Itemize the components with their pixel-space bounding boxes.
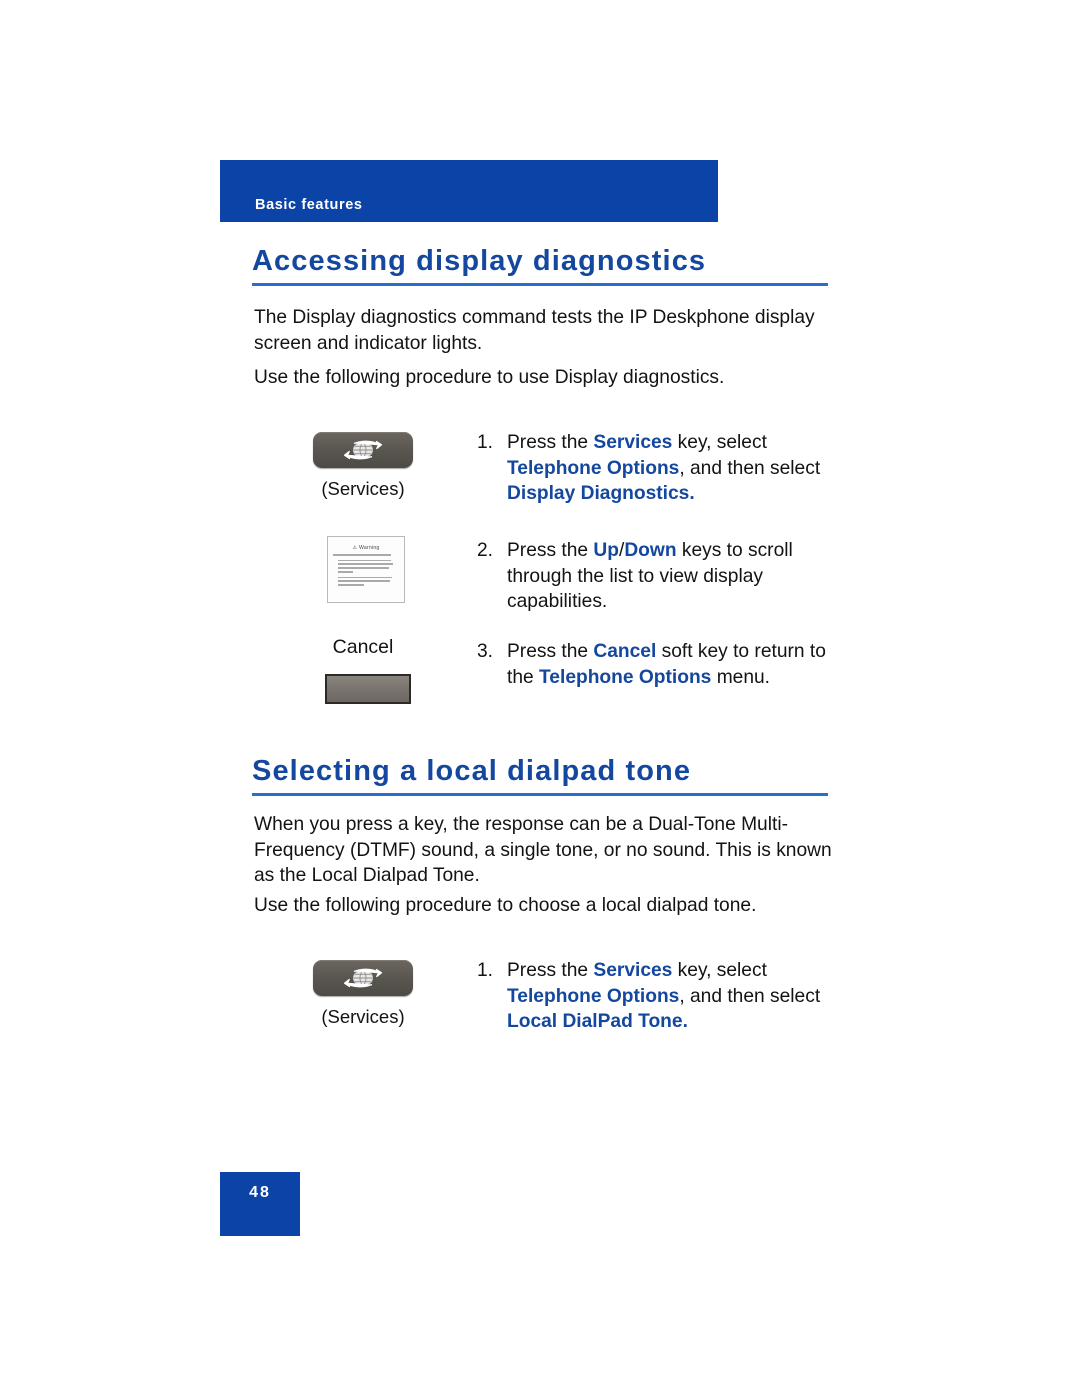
emphasis-keyword: Cancel: [593, 641, 657, 662]
step-2: 2. Press the Up/Down keys to scroll thro…: [477, 538, 852, 615]
step-number: 3.: [477, 641, 494, 662]
dialpad-procedure-lead-in: Use the following procedure to choose a …: [254, 895, 757, 916]
emphasis-keyword: Services: [593, 432, 673, 453]
heading-rule: [252, 283, 828, 286]
emphasis-keyword: Telephone Options: [507, 985, 680, 1007]
section-title-dialpad-tone: Selecting a local dialpad tone: [252, 755, 692, 787]
plain-text: , and then select: [679, 457, 821, 479]
running-header-title: Basic features: [255, 197, 363, 213]
page-number: 48: [249, 1184, 271, 1201]
plain-text: menu.: [711, 666, 771, 688]
plain-text: Press the: [507, 540, 594, 561]
page-title: Accessing display diagnostics: [252, 245, 707, 277]
emphasis-keyword: Display Diagnostics.: [507, 483, 695, 504]
step-text: Press the Services key, select Telephone…: [507, 430, 852, 507]
plain-text: , and then select: [679, 985, 821, 1007]
plain-text: Press the: [507, 641, 594, 662]
services-key-graphic: [313, 960, 413, 996]
services-key-caption: (Services): [321, 478, 405, 499]
globe-arrows-icon: [343, 440, 383, 460]
step-text: Press the Cancel soft key to return to t…: [507, 639, 852, 690]
step-text: Press the Services key, select Telephone…: [507, 958, 852, 1035]
procedure-lead-in: Use the following procedure to use Displ…: [254, 367, 725, 388]
dialpad-intro-paragraph: When you press a key, the response can b…: [254, 814, 832, 886]
step-number: 1.: [477, 960, 494, 981]
step-3: 3. Press the Cancel soft key to return t…: [477, 639, 852, 690]
plain-text: key, select: [672, 432, 767, 453]
intro-paragraph: The Display diagnostics command tests th…: [254, 307, 815, 354]
thumbnail-warning-title: ⚠ Warning: [352, 545, 380, 551]
cancel-softkey-graphic: [325, 674, 411, 704]
emphasis-keyword: Services: [593, 960, 673, 981]
step-number: 2.: [477, 540, 494, 561]
emphasis-keyword: Telephone Options: [539, 666, 712, 688]
thumbnail-text-lines: [333, 554, 399, 586]
dialpad-step-1: 1. Press the Services key, select Teleph…: [477, 958, 852, 1035]
emphasis-keyword: Local DialPad Tone.: [507, 1011, 688, 1032]
services-key-graphic: [313, 432, 413, 468]
step-1: 1. Press the Services key, select Teleph…: [477, 430, 852, 507]
emphasis-keyword: Down: [624, 540, 677, 561]
plain-text: key, select: [672, 960, 767, 981]
emphasis-keyword: Telephone Options: [507, 457, 680, 479]
page-thumbnail-graphic: ⚠ Warning: [327, 536, 405, 603]
plain-text: Press the: [507, 960, 594, 981]
services-key-caption: (Services): [321, 1006, 405, 1027]
heading-rule: [252, 793, 828, 796]
emphasis-keyword: Up: [593, 540, 619, 561]
plain-text: Press the: [507, 432, 594, 453]
globe-arrows-icon: [343, 968, 383, 988]
step-number: 1.: [477, 432, 494, 453]
page-number-block: 48: [220, 1172, 300, 1236]
step-text: Press the Up/Down keys to scroll through…: [507, 538, 852, 615]
cancel-softkey-label: Cancel: [332, 636, 394, 658]
running-header-bar: Basic features: [220, 160, 718, 222]
